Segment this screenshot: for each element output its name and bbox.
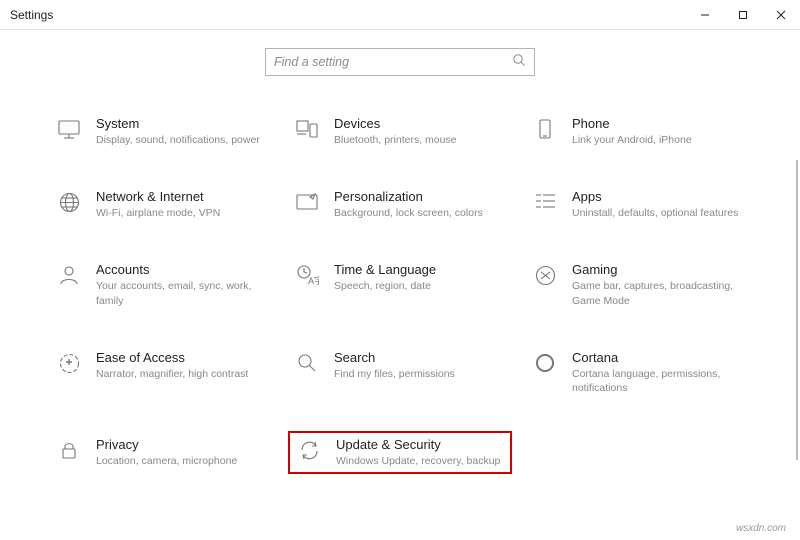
- titlebar: Settings: [0, 0, 800, 30]
- scrollbar[interactable]: [796, 160, 798, 460]
- tile-title: Personalization: [334, 189, 508, 204]
- tile-update-security[interactable]: Update & Security Windows Update, recover…: [288, 431, 512, 474]
- tile-phone[interactable]: Phone Link your Android, iPhone: [526, 110, 750, 153]
- update-security-icon: [294, 437, 324, 462]
- svg-text:A字: A字: [308, 275, 319, 286]
- window-title: Settings: [10, 8, 686, 22]
- tile-title: Phone: [572, 116, 746, 131]
- search-box[interactable]: [265, 48, 535, 76]
- tile-desc: Wi-Fi, airplane mode, VPN: [96, 206, 270, 220]
- tile-title: Devices: [334, 116, 508, 131]
- tile-title: Accounts: [96, 262, 270, 277]
- tile-title: System: [96, 116, 270, 131]
- tile-ease-of-access[interactable]: Ease of Access Narrator, magnifier, high …: [50, 344, 274, 401]
- tile-title: Search: [334, 350, 508, 365]
- tile-search[interactable]: Search Find my files, permissions: [288, 344, 512, 401]
- personalization-icon: [292, 189, 322, 213]
- tile-devices[interactable]: Devices Bluetooth, printers, mouse: [288, 110, 512, 153]
- search-tile-icon: [292, 350, 322, 374]
- watermark: wsxdn.com: [736, 523, 786, 534]
- tile-system[interactable]: System Display, sound, notifications, pow…: [50, 110, 274, 153]
- content-area: System Display, sound, notifications, pow…: [0, 30, 800, 540]
- window-controls: [686, 0, 800, 29]
- tile-desc: Bluetooth, printers, mouse: [334, 133, 508, 147]
- minimize-button[interactable]: [686, 0, 724, 29]
- tile-apps[interactable]: Apps Uninstall, defaults, optional featur…: [526, 183, 750, 226]
- tile-desc: Background, lock screen, colors: [334, 206, 508, 220]
- tile-network[interactable]: Network & Internet Wi-Fi, airplane mode, …: [50, 183, 274, 226]
- maximize-button[interactable]: [724, 0, 762, 29]
- tile-title: Update & Security: [336, 437, 508, 452]
- tile-desc: Narrator, magnifier, high contrast: [96, 367, 270, 381]
- close-button[interactable]: [762, 0, 800, 29]
- ease-of-access-icon: [54, 350, 84, 375]
- tile-title: Apps: [572, 189, 746, 204]
- tile-cortana[interactable]: Cortana Cortana language, permissions, no…: [526, 344, 750, 401]
- privacy-icon: [54, 437, 84, 461]
- tile-desc: Speech, region, date: [334, 279, 508, 293]
- cortana-icon: [530, 350, 560, 374]
- system-icon: [54, 116, 84, 140]
- gaming-icon: [530, 262, 560, 287]
- tile-desc: Link your Android, iPhone: [572, 133, 746, 147]
- apps-icon: [530, 189, 560, 211]
- tile-title: Time & Language: [334, 262, 508, 277]
- tile-title: Cortana: [572, 350, 746, 365]
- tile-title: Ease of Access: [96, 350, 270, 365]
- network-icon: [54, 189, 84, 214]
- settings-grid: System Display, sound, notifications, pow…: [50, 110, 750, 474]
- search-icon: [512, 53, 526, 72]
- tile-desc: Location, camera, microphone: [96, 454, 270, 468]
- tile-title: Network & Internet: [96, 189, 270, 204]
- tile-title: Gaming: [572, 262, 746, 277]
- tile-personalization[interactable]: Personalization Background, lock screen, …: [288, 183, 512, 226]
- devices-icon: [292, 116, 322, 140]
- tile-desc: Cortana language, permissions, notificat…: [572, 367, 746, 395]
- tile-desc: Your accounts, email, sync, work, family: [96, 279, 270, 307]
- tile-title: Privacy: [96, 437, 270, 452]
- tile-desc: Find my files, permissions: [334, 367, 508, 381]
- tile-desc: Windows Update, recovery, backup: [336, 454, 508, 468]
- tile-time-language[interactable]: A字 Time & Language Speech, region, date: [288, 256, 512, 313]
- search-input[interactable]: [274, 55, 512, 69]
- tile-gaming[interactable]: Gaming Game bar, captures, broadcasting, …: [526, 256, 750, 313]
- accounts-icon: [54, 262, 84, 286]
- tile-desc: Display, sound, notifications, power: [96, 133, 270, 147]
- time-language-icon: A字: [292, 262, 322, 286]
- tile-desc: Game bar, captures, broadcasting, Game M…: [572, 279, 746, 307]
- tile-desc: Uninstall, defaults, optional features: [572, 206, 746, 220]
- phone-icon: [530, 116, 560, 140]
- tile-privacy[interactable]: Privacy Location, camera, microphone: [50, 431, 274, 474]
- tile-accounts[interactable]: Accounts Your accounts, email, sync, work…: [50, 256, 274, 313]
